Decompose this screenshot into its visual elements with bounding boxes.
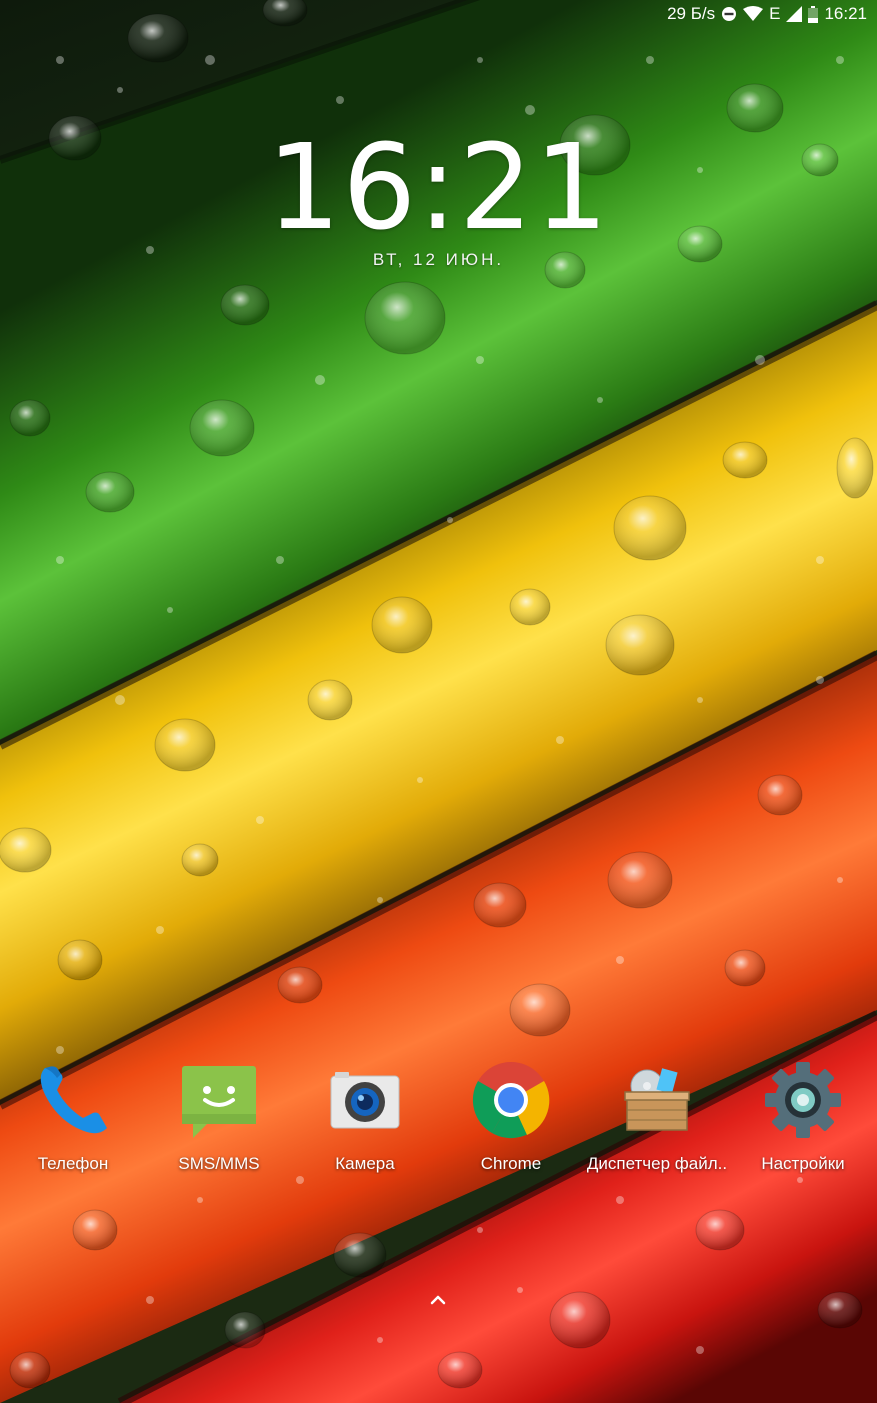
- sms-icon: [182, 1066, 256, 1138]
- clock-widget[interactable]: 16:21 ВТ, 12 ИЮН.: [0, 128, 877, 270]
- do-not-disturb-icon: [721, 6, 737, 22]
- app-file-manager[interactable]: Диспетчер файл..: [584, 1058, 730, 1188]
- app-chrome[interactable]: Chrome: [438, 1058, 584, 1188]
- signal-icon: [786, 6, 803, 22]
- file-manager-icon: [624, 1068, 690, 1131]
- settings-icon: [765, 1062, 841, 1138]
- network-type-label: E: [769, 4, 781, 23]
- app-label: Телефон: [37, 1154, 109, 1173]
- status-bar: 29 Б/s E 16:21: [0, 0, 877, 28]
- network-speed: 29 Б/s: [667, 4, 716, 23]
- app-label: Chrome: [480, 1154, 542, 1173]
- status-time: 16:21: [824, 4, 867, 23]
- battery-icon: [808, 5, 819, 23]
- app-label: SMS/MMS: [178, 1154, 260, 1173]
- app-settings[interactable]: Настройки: [730, 1058, 876, 1188]
- wifi-icon: [743, 6, 764, 22]
- app-label: Камера: [335, 1154, 395, 1173]
- clock-time: 16:21: [266, 118, 611, 256]
- chevron-up-icon[interactable]: [428, 1292, 448, 1308]
- app-label: Настройки: [761, 1154, 845, 1173]
- app-phone[interactable]: Телефон: [0, 1058, 146, 1188]
- phone-icon: [40, 1066, 108, 1134]
- chrome-icon: [472, 1062, 550, 1139]
- app-dock: Телефон SMS/MMS Камера Chrome Диспетчер …: [0, 1058, 877, 1188]
- app-label: Диспетчер файл..: [586, 1154, 728, 1173]
- home-screen: 29 Б/s E 16:21 16:21 ВТ, 12 ИЮН. Телефон: [0, 0, 877, 1403]
- app-camera[interactable]: Камера: [292, 1058, 438, 1188]
- camera-icon: [330, 1072, 400, 1129]
- app-sms[interactable]: SMS/MMS: [146, 1058, 292, 1188]
